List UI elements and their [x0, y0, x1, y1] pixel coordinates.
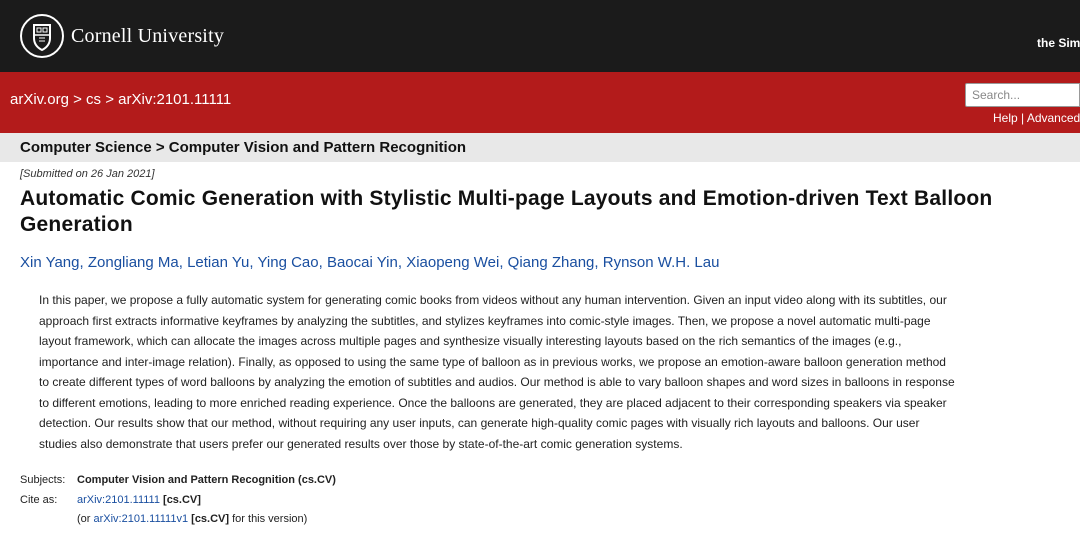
author-separator: , [499, 254, 508, 271]
abstract-line: importance and inter-image relation). Fi… [39, 354, 946, 369]
link-separator: | [1017, 111, 1027, 125]
paper-title: Automatic Comic Generation with Stylisti… [20, 187, 993, 236]
abstract-line: In this paper, we propose a fully automa… [39, 293, 947, 307]
search-links: Help | Advanced [993, 111, 1080, 125]
search-input[interactable]: Search... [965, 83, 1080, 107]
abstract-line: detection. Our results show that our met… [39, 416, 920, 430]
sponsor-text[interactable]: the Simo [1037, 36, 1080, 50]
breadcrumb: arXiv.org > cs > arXiv:2101.11111 [10, 91, 231, 108]
subject-header-bar: Computer Science > Computer Vision and P… [0, 133, 1080, 162]
author-list: Xin Yang, Zongliang Ma, Letian Yu, Ying … [20, 254, 719, 271]
submission-date: [Submitted on 26 Jan 2021] [20, 168, 155, 180]
advanced-search-link[interactable]: Advanced [1027, 111, 1080, 125]
author-link[interactable]: Qiang Zhang [508, 254, 595, 271]
top-header: Cornell University the Simo [0, 0, 1080, 72]
author-link[interactable]: Baocai Yin [327, 254, 398, 271]
arxiv-header-bar: arXiv.org > cs > arXiv:2101.11111 [0, 72, 1080, 133]
abstract-line: approach first extracts informative keyf… [39, 313, 931, 328]
author-separator: , [79, 254, 88, 271]
author-link[interactable]: Letian Yu [187, 254, 249, 271]
cite-label: Cite as: [20, 493, 58, 506]
cornell-seal-icon[interactable] [20, 14, 64, 58]
breadcrumb-separator: > [68, 91, 87, 108]
cite-link[interactable]: arXiv:2101.11111 [77, 494, 160, 506]
author-link[interactable]: Xiaopeng Wei [406, 254, 499, 271]
university-name[interactable]: Cornell University [71, 25, 224, 48]
author-link[interactable]: Rynson W.H. Lau [603, 254, 720, 271]
breadcrumb-separator: > [101, 91, 119, 108]
help-link[interactable]: Help [993, 111, 1018, 125]
subjects-label: Subjects: [20, 474, 66, 486]
subjects-value: Computer Vision and Pattern Recognition … [77, 474, 336, 486]
subject-header: Computer Science > Computer Vision and P… [20, 139, 467, 156]
abstract-line: to different emotions, leading to more e… [39, 395, 947, 410]
version-value: (or arXiv:2101.11111v1 [cs.CV] for this … [77, 513, 307, 525]
cite-category: [cs.CV] [159, 493, 201, 506]
breadcrumb-cs-link[interactable]: cs [86, 91, 101, 108]
cite-value: arXiv:2101.11111 [cs.CV] [77, 494, 201, 506]
author-separator: , [397, 254, 407, 271]
version-link[interactable]: arXiv:2101.11111v1 [94, 513, 189, 525]
author-separator: , [594, 254, 603, 271]
breadcrumb-home-link[interactable]: arXiv.org [10, 91, 69, 108]
version-category: [cs.CV] [188, 513, 230, 525]
abstract-line: studies also demonstrate that users pref… [39, 436, 683, 451]
author-link[interactable]: Ying Cao [257, 254, 318, 271]
version-prefix: (or [77, 513, 94, 525]
abstract: In this paper, we propose a fully automa… [39, 290, 1049, 454]
author-separator: , [318, 254, 327, 271]
version-suffix: for this version) [229, 513, 308, 525]
abstract-line: layout framework, which can allocate the… [39, 334, 902, 348]
author-link[interactable]: Xin Yang [20, 254, 80, 271]
author-separator: , [178, 254, 188, 271]
breadcrumb-paper-id: arXiv:2101.11111 [118, 91, 232, 108]
author-link[interactable]: Zongliang Ma [88, 254, 179, 271]
abstract-line: to create different types of word balloo… [39, 375, 955, 389]
